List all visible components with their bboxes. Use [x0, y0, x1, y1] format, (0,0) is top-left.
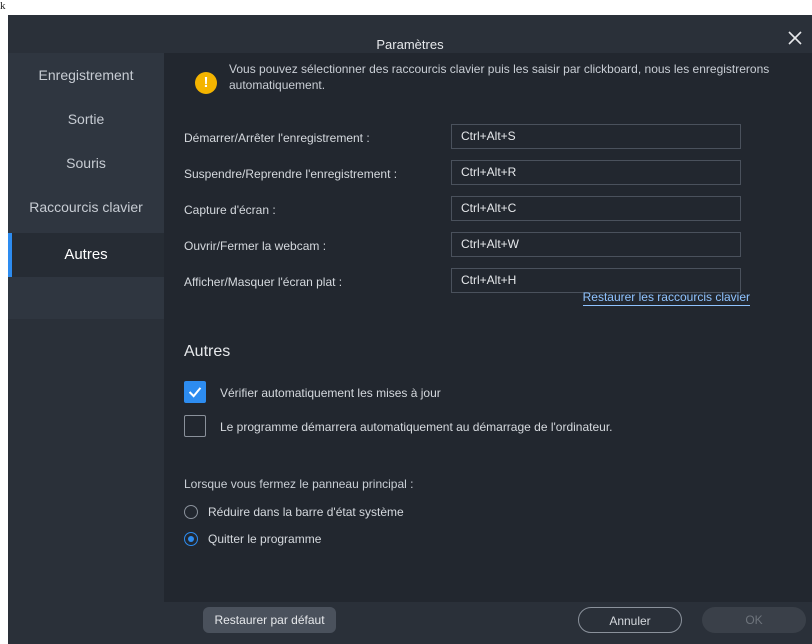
- restore-default-button[interactable]: Restaurer par défaut: [203, 607, 336, 633]
- close-behavior-question: Lorsque vous fermez le panneau principal…: [184, 477, 414, 491]
- ok-button[interactable]: OK: [702, 607, 806, 633]
- sidebar-item-label: Souris: [66, 155, 106, 171]
- sidebar-item-autres[interactable]: Autres: [8, 233, 164, 277]
- autostart-checkbox[interactable]: [184, 415, 206, 437]
- close-icon: [788, 31, 802, 45]
- shortcut-label: Capture d'écran :: [184, 203, 276, 217]
- shortcut-field-screenshot[interactable]: Ctrl+Alt+C: [451, 196, 741, 221]
- restore-shortcuts-link[interactable]: Restaurer les raccourcis clavier: [582, 290, 750, 306]
- window-title: Paramètres: [376, 37, 444, 52]
- cancel-button[interactable]: Annuler: [578, 607, 682, 633]
- shortcut-label: Afficher/Masquer l'écran plat :: [184, 275, 343, 289]
- shortcut-field-record[interactable]: Ctrl+Alt+S: [451, 124, 741, 149]
- autostart-label: Le programme démarrera automatiquement a…: [220, 420, 613, 434]
- section-title-autres: Autres: [184, 343, 231, 360]
- shortcut-field-webcam[interactable]: Ctrl+Alt+W: [451, 232, 741, 257]
- settings-content: ! Vous pouvez sélectionner des raccourci…: [164, 53, 812, 602]
- check-updates-checkbox[interactable]: [184, 381, 206, 403]
- active-indicator: [8, 233, 12, 277]
- sidebar: Enregistrement Sortie Souris Raccourcis …: [8, 53, 164, 319]
- sidebar-item-souris[interactable]: Souris: [8, 141, 164, 185]
- sidebar-item-label: Autres: [64, 246, 108, 263]
- check-updates-label: Vérifier automatiquement les mises à jou…: [220, 386, 441, 400]
- sidebar-item-raccourcis-clavier[interactable]: Raccourcis clavier: [8, 185, 164, 229]
- radio-label: Quitter le programme: [208, 532, 322, 546]
- check-icon: [188, 387, 202, 398]
- sidebar-item-enregistrement[interactable]: Enregistrement: [8, 53, 164, 97]
- radio-minimize-to-tray[interactable]: [184, 505, 198, 519]
- shortcut-label: Ouvrir/Fermer la webcam :: [184, 239, 327, 253]
- sidebar-item-label: Enregistrement: [38, 67, 134, 83]
- radio-label: Réduire dans la barre d'état système: [208, 505, 404, 519]
- shortcut-label: Suspendre/Reprendre l'enregistrement :: [184, 167, 398, 181]
- warning-icon: !: [195, 72, 217, 94]
- shortcut-label: Démarrer/Arrêter l'enregistrement :: [184, 131, 370, 145]
- radio-quit-program[interactable]: [184, 532, 198, 546]
- sidebar-item-label: Raccourcis clavier: [29, 199, 143, 215]
- close-button[interactable]: [780, 23, 810, 53]
- shortcut-field-pause[interactable]: Ctrl+Alt+R: [451, 160, 741, 185]
- sidebar-item-sortie[interactable]: Sortie: [8, 97, 164, 141]
- title-bar: Paramètres: [8, 15, 812, 53]
- settings-window: Paramètres Enregistrement Sortie Souris …: [8, 15, 812, 644]
- sidebar-item-label: Sortie: [67, 111, 105, 127]
- shortcut-notice: Vous pouvez sélectionner des raccourcis …: [229, 62, 770, 92]
- corner-glyph: k: [0, 0, 6, 12]
